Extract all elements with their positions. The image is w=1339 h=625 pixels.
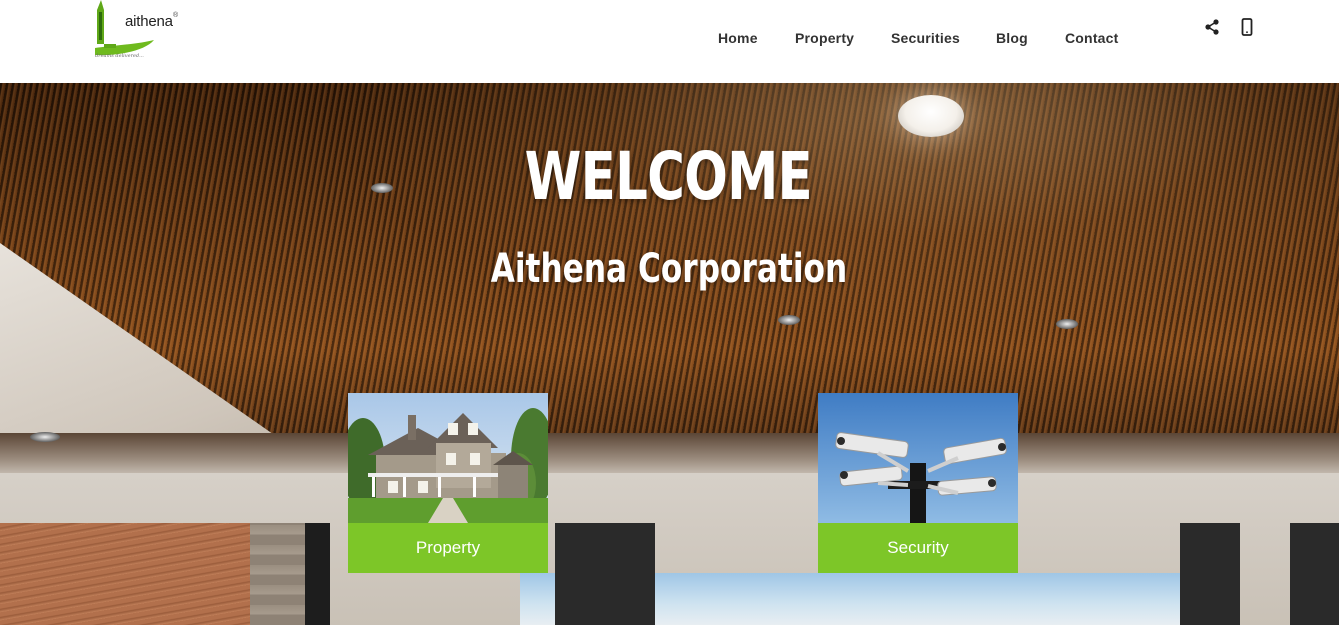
ceiling-spotlight [778, 315, 800, 325]
mobile-phone-icon[interactable] [1240, 18, 1258, 38]
logo-tagline: dreams delivered... [95, 53, 144, 59]
hero-title: WELCOME [524, 138, 813, 215]
window-frame [555, 523, 655, 625]
roof-tiles [0, 523, 250, 625]
window-frame [1180, 523, 1240, 625]
ceiling-beam [0, 433, 1339, 478]
nav-securities[interactable]: Securities [891, 30, 960, 46]
security-cameras-photo [818, 393, 1018, 523]
ceiling-spotlight [30, 432, 60, 442]
window-frame [305, 523, 330, 625]
site-header: aithena ® dreams delivered... Home Prope… [0, 0, 1339, 83]
ceiling-spotlight [1056, 319, 1078, 329]
nav-blog[interactable]: Blog [996, 30, 1028, 46]
hero-section: WELCOME Aithena Corporation Property Sec… [0, 83, 1339, 625]
property-card[interactable]: Property [348, 393, 548, 573]
nav-contact[interactable]: Contact [1065, 30, 1119, 46]
house-photo [348, 393, 548, 523]
logo-name: aithena [125, 13, 173, 30]
security-card[interactable]: Security [818, 393, 1018, 573]
hero-subtitle: Aithena Corporation [490, 246, 848, 292]
window-frame [1290, 523, 1339, 625]
nav-home[interactable]: Home [718, 30, 758, 46]
ceiling-lamp [898, 95, 964, 137]
security-card-label[interactable]: Security [818, 523, 1018, 573]
share-icon[interactable] [1204, 18, 1222, 38]
nav-property[interactable]: Property [795, 30, 854, 46]
property-card-label[interactable]: Property [348, 523, 548, 573]
aithena-logo[interactable]: aithena ® dreams delivered... [94, 0, 194, 62]
stone-pillar [250, 523, 305, 625]
registered-mark: ® [173, 12, 179, 19]
